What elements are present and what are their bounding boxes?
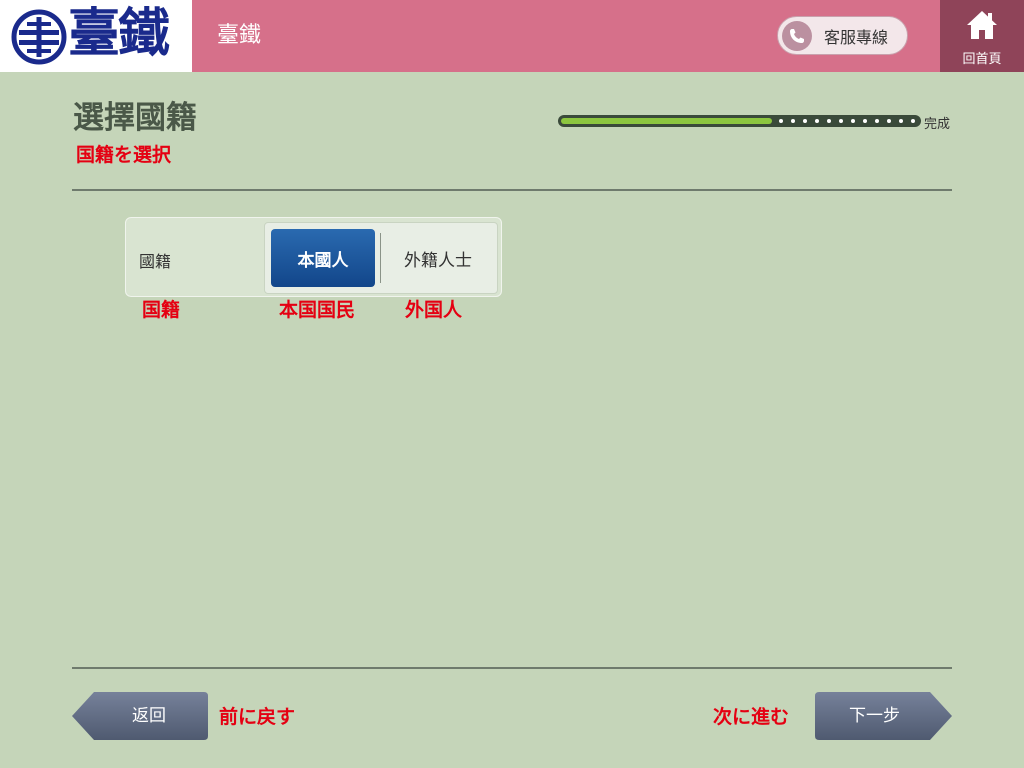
progress-remaining-dots (779, 119, 915, 123)
house-icon (967, 11, 997, 39)
app-header: 臺鐵 臺鐵 客服專線 回首頁 (0, 0, 1024, 72)
logo: 臺鐵 (0, 0, 192, 72)
divider-bottom (72, 667, 952, 669)
option-foreigner-button[interactable]: 外籍人士 (383, 229, 493, 287)
next-button[interactable]: 下一步 (815, 692, 952, 740)
progress-label: 完成 (924, 117, 951, 132)
railway-logo-icon (11, 9, 67, 65)
hotline-button[interactable]: 客服專線 (777, 16, 908, 55)
progress-dot (779, 119, 783, 123)
progress-dot (791, 119, 795, 123)
progress-dot (827, 119, 831, 123)
progress-dot (803, 119, 807, 123)
progress-dot (863, 119, 867, 123)
toggle-divider (380, 233, 381, 283)
annotation-label: 国籍 (142, 299, 181, 321)
progress-dot (875, 119, 879, 123)
progress-fill (561, 118, 772, 124)
annotation-option-2: 外国人 (405, 299, 463, 321)
back-button[interactable]: 返回 (72, 692, 208, 740)
annotation-option-1: 本国国民 (279, 299, 356, 321)
nationality-selector: 國籍 本國人 外籍人士 (125, 217, 502, 297)
page-title: 選擇國籍 (73, 100, 197, 136)
home-label: 回首頁 (962, 52, 1002, 67)
nationality-label: 國籍 (139, 252, 172, 271)
progress-dot (839, 119, 843, 123)
progress-dot (911, 119, 915, 123)
annotation-next: 次に進む (713, 706, 790, 728)
header-title: 臺鐵 (217, 23, 262, 48)
page-subtitle: 国籍を選択 (76, 144, 172, 166)
home-button[interactable]: 回首頁 (940, 0, 1024, 72)
hotline-label: 客服專線 (824, 27, 889, 47)
progress-dot (899, 119, 903, 123)
progress-bar (558, 115, 921, 127)
logo-text: 臺鐵 (68, 4, 170, 64)
progress-dot (815, 119, 819, 123)
annotation-back: 前に戻す (219, 706, 296, 728)
nationality-toggle: 本國人 外籍人士 (264, 222, 498, 294)
back-label: 返回 (132, 706, 166, 726)
next-label: 下一步 (849, 706, 900, 726)
option-citizen-button[interactable]: 本國人 (271, 229, 375, 287)
phone-icon (782, 20, 812, 51)
divider-top (72, 189, 952, 191)
progress-dot (887, 119, 891, 123)
progress-dot (851, 119, 855, 123)
